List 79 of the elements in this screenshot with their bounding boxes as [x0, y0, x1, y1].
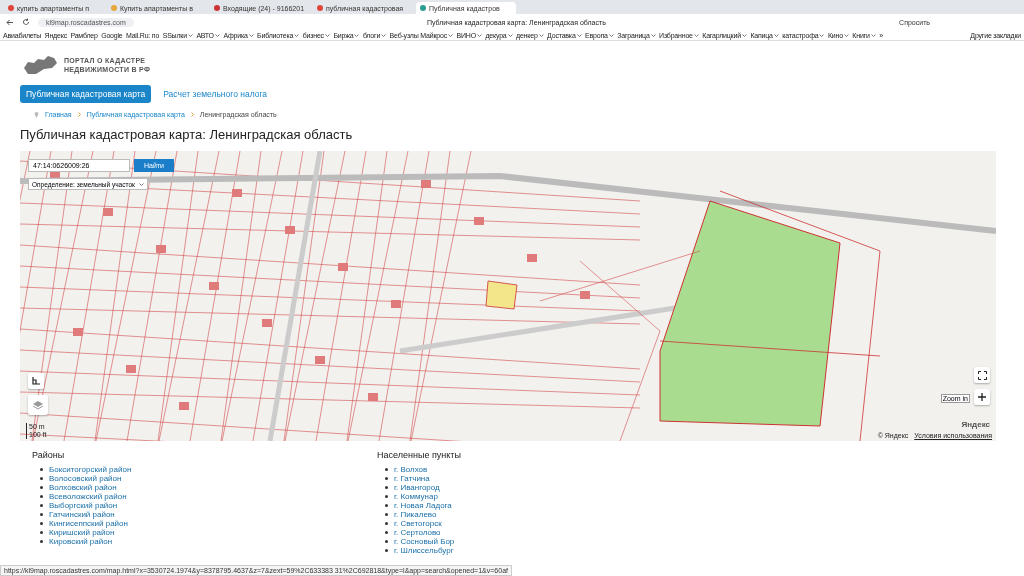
- region-link[interactable]: Бокситогорский район: [49, 464, 132, 475]
- chevron-down-icon: [843, 33, 849, 37]
- region-link[interactable]: г. Сосновый Бор: [394, 536, 455, 547]
- chevron-down-icon: [248, 33, 254, 37]
- region-link[interactable]: г. Шлиссельбург: [394, 545, 454, 556]
- chevron-down-icon: [324, 33, 330, 37]
- chevron-down-icon: [576, 33, 582, 37]
- yandex-logo: Яндекс: [961, 420, 990, 429]
- section-heading: Районы: [32, 450, 66, 460]
- nav-tab[interactable]: Публичная кадастровая карта: [20, 85, 152, 103]
- region-link[interactable]: г. Сертолово: [394, 527, 441, 538]
- chevron-down-icon: [476, 33, 482, 37]
- region-link[interactable]: г. Пикалево: [394, 509, 437, 520]
- chevron-down-icon: [187, 33, 193, 37]
- bullet-icon: [385, 513, 388, 516]
- region-link[interactable]: г. Коммунар: [394, 491, 438, 502]
- chevron-down-icon: [538, 33, 544, 37]
- chevron-down-icon: [650, 33, 656, 37]
- bullet-icon: [40, 522, 43, 525]
- fullscreen-button[interactable]: [974, 367, 990, 383]
- bullet-icon: [385, 522, 388, 525]
- layers-icon: [32, 400, 44, 410]
- region-link[interactable]: Волховский район: [49, 482, 117, 493]
- bullet-icon: [385, 477, 388, 480]
- region-link[interactable]: Волосовский район: [49, 473, 122, 484]
- bullet-icon: [40, 540, 43, 543]
- chevron-down-icon: [870, 33, 876, 37]
- chevron-down-icon: [741, 33, 747, 37]
- nav-tab[interactable]: Расчет земельного налога: [157, 85, 274, 103]
- ruler-icon: [32, 377, 40, 385]
- zoom-in-button[interactable]: [974, 389, 990, 405]
- bullet-icon: [385, 549, 388, 552]
- chevron-down-icon: [214, 33, 220, 37]
- bullet-icon: [40, 486, 43, 489]
- region-link[interactable]: Гатчинский район: [49, 509, 115, 520]
- bullet-icon: [40, 504, 43, 507]
- russia-map-icon: [22, 54, 58, 76]
- bullet-icon: [40, 513, 43, 516]
- back-icon[interactable]: [6, 18, 14, 26]
- chevron-down-icon: [294, 33, 300, 37]
- chevron-down-icon: [693, 33, 699, 37]
- bullet-icon: [385, 540, 388, 543]
- location-pin-icon: [34, 111, 39, 118]
- bullet-icon: [385, 504, 388, 507]
- chevron-down-icon: [448, 33, 453, 37]
- region-link[interactable]: г. Гатчина: [394, 473, 430, 484]
- region-link[interactable]: Киришский район: [49, 527, 115, 538]
- chevron-down-icon: [381, 33, 387, 37]
- bullet-icon: [385, 486, 388, 489]
- region-link[interactable]: Кировский район: [49, 536, 113, 547]
- region-link[interactable]: г. Новая Ладога: [394, 500, 452, 511]
- bullet-icon: [40, 468, 43, 471]
- breadcrumb-separator-icon: [77, 112, 81, 117]
- ruler-button[interactable]: [28, 373, 44, 389]
- section-heading: Населенные пункты: [377, 450, 462, 460]
- chevron-down-icon: [138, 182, 144, 186]
- chevron-down-icon: [773, 33, 779, 37]
- fullscreen-icon: [977, 370, 987, 380]
- reload-icon[interactable]: [22, 18, 30, 26]
- bullet-icon: [385, 495, 388, 498]
- region-link[interactable]: Кингисеппский район: [49, 518, 128, 529]
- chevron-down-icon: [819, 33, 825, 37]
- bullet-icon: [40, 531, 43, 534]
- breadcrumb-separator-icon: [190, 112, 194, 117]
- region-link[interactable]: Всеволожский район: [49, 491, 127, 502]
- chevron-down-icon: [507, 33, 513, 37]
- chevron-down-icon: [608, 33, 614, 37]
- bullet-icon: [385, 531, 388, 534]
- chevron-down-icon: [354, 33, 360, 37]
- bullet-icon: [385, 468, 388, 471]
- bullet-icon: [40, 477, 43, 480]
- region-link[interactable]: г. Ивангород: [394, 482, 440, 493]
- plus-icon: [978, 393, 986, 401]
- region-link[interactable]: г. Светогорск: [394, 518, 442, 529]
- layers-button[interactable]: [28, 395, 48, 415]
- region-link[interactable]: г. Волхов: [394, 464, 428, 475]
- page-heading: Публичная кадастровая карта: Ленинградская область: [20, 127, 354, 142]
- bullet-icon: [40, 495, 43, 498]
- region-link[interactable]: Выборгский район: [49, 500, 118, 511]
